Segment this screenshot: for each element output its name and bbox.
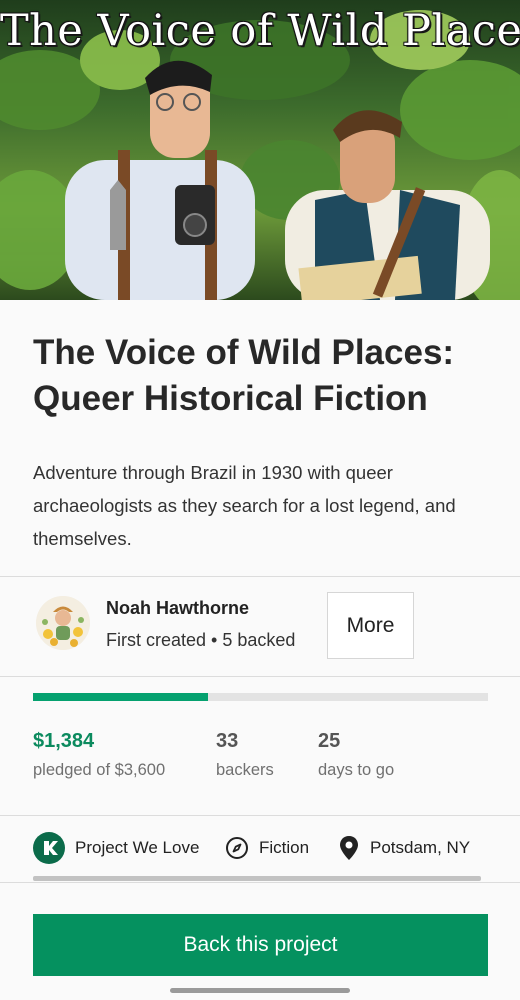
project-hero-image: The Voice of Wild Places [0,0,520,300]
days-label: days to go [318,761,395,779]
creator-name[interactable]: Noah Hawthorne [106,598,249,619]
tag-label: Potsdam, NY [370,838,471,857]
location-pin-icon [338,835,360,861]
tag-project-we-love[interactable]: Project We Love [33,832,199,864]
horizontal-scrollbar[interactable] [33,876,481,881]
creator-meta: First created • 5 backed [106,630,296,650]
backers-count: 33 [216,730,239,752]
tag-label: Project We Love [75,838,200,857]
hero-title: The Voice of Wild Places [0,6,520,56]
tag-label: Fiction [259,838,310,857]
pledged-label: pledged of $3,600 [33,761,166,779]
funding-progress-fill [33,693,208,701]
more-button[interactable]: More [327,592,414,659]
pledged-amount: $1,384 [33,730,95,752]
divider [0,815,520,816]
divider [0,576,520,577]
kickstarter-badge-icon [33,832,65,864]
divider [0,676,520,677]
home-indicator[interactable] [170,988,350,993]
compass-icon [225,836,249,860]
tag-fiction[interactable]: Fiction [225,832,309,864]
funding-progress-bar [33,693,488,701]
divider [0,882,520,883]
creator-avatar[interactable] [36,596,90,650]
project-blurb: Adventure through Brazil in 1930 with qu… [33,462,456,549]
backers-label: backers [216,761,274,779]
project-title: The Voice of Wild Places: Queer Historic… [33,333,455,418]
tag-location[interactable]: Potsdam, NY [338,832,470,864]
days-remaining: 25 [318,730,341,752]
back-this-project-button[interactable]: Back this project [33,914,488,976]
avatar-illustration [36,596,90,650]
